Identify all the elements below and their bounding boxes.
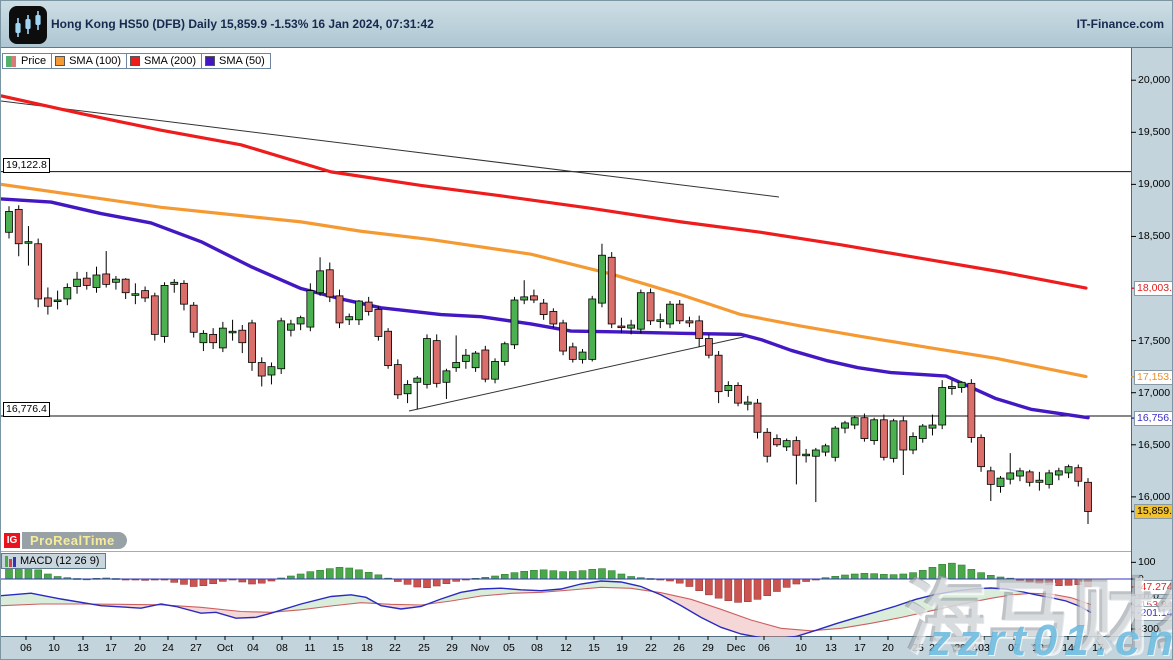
date-axis-tick: 15 (588, 642, 600, 654)
legend-chip-label: SMA (50) (219, 55, 265, 67)
macd-value-box: -47.274 (1134, 580, 1173, 595)
date-axis-tick: 13 (77, 642, 89, 654)
legend-chip-label: SMA (100) (69, 55, 121, 67)
date-axis-tick: 17 (854, 642, 866, 654)
date-axis-tick: 03 (978, 642, 990, 654)
price-axis-tick: 16,500 (1138, 439, 1170, 451)
legend-chip-label: SMA (200) (144, 55, 196, 67)
macd-axis-tick: 100 (1138, 556, 1156, 568)
date-axis-tick: 26 (673, 642, 685, 654)
price-axis-tick: 19,000 (1138, 178, 1170, 190)
macd-indicator-label: MACD (12 26 9) (20, 555, 99, 567)
date-axis-tick: 05 (503, 642, 515, 654)
prorealtime-label: ProRealTime (22, 532, 127, 549)
macd-value-box: -201.14 (1134, 606, 1173, 621)
date-axis-tick: 29 (446, 642, 458, 654)
prorealtime-badge: IG ProRealTime (4, 532, 127, 549)
macd-axis-tick: -300 (1138, 623, 1159, 635)
chart-window: Hong Kong HS50 (DFB) Daily 15,859.9 -1.5… (0, 0, 1173, 660)
date-axis-tick: 17 (1092, 642, 1104, 654)
date-axis-tick: 19 (616, 642, 628, 654)
date-axis-tick: Nov (471, 642, 490, 654)
date-axis-tick: 06 (20, 642, 32, 654)
sma-swatch-icon (205, 56, 215, 66)
price-axis-tick: 18,500 (1138, 230, 1170, 242)
date-axis-tick: 08 (276, 642, 288, 654)
date-axis-tick: 27 (190, 642, 202, 654)
date-axis-tick: 22 (389, 642, 401, 654)
date-axis-tick: 25 (912, 642, 924, 654)
sma-swatch-icon (55, 56, 65, 66)
legend-chip-label: Price (21, 55, 46, 67)
date-axis-tick: Oct (217, 642, 233, 654)
ig-logo: IG (4, 533, 20, 548)
legend-chip-sma-200[interactable]: SMA (200) (126, 53, 202, 69)
price-axis-tick: 16,000 (1138, 491, 1170, 503)
date-axis-tick: 2024 (954, 642, 977, 654)
date-axis-tick: 29 (702, 642, 714, 654)
price-level-box: 17,153.. (1134, 370, 1173, 385)
date-axis-tick: 12 (560, 642, 572, 654)
date-axis-tick: 11 (305, 642, 316, 654)
price-axis-tick: 17,500 (1138, 335, 1170, 347)
price-axis-tick: 19,500 (1138, 126, 1170, 138)
date-axis-tick: 13 (825, 642, 837, 654)
date-axis-tick: 10 (1032, 642, 1044, 654)
price-swatch-icon (6, 56, 17, 66)
date-axis-tick: 04 (247, 642, 259, 654)
price-chart-canvas[interactable] (1, 1, 1173, 660)
date-axis-tick: 10 (48, 642, 60, 654)
date-axis-tick: 27 (929, 642, 941, 654)
date-axis-tick: 07 (1008, 642, 1020, 654)
price-level-box: 18,003.. (1134, 281, 1173, 296)
legend-chip-sma-50[interactable]: SMA (50) (201, 53, 271, 69)
date-axis-tick: 18 (361, 642, 373, 654)
date-axis-tick: Dec (727, 642, 746, 654)
price-line-label: 19,122.8 (3, 158, 50, 173)
date-axis-tick: 06 (758, 642, 770, 654)
date-axis-tick: 25 (418, 642, 430, 654)
date-axis-tick: 10 (795, 642, 807, 654)
date-axis-tick: 14 (1062, 642, 1074, 654)
date-axis-tick: 08 (531, 642, 543, 654)
date-axis-tick: 20 (882, 642, 894, 654)
date-axis-tick: 22 (645, 642, 657, 654)
date-axis-tick: 24 (162, 642, 174, 654)
macd-indicator-chip[interactable]: MACD (12 26 9) (1, 553, 106, 569)
legend-chip-price[interactable]: Price (2, 53, 52, 69)
date-axis-tick: 17 (105, 642, 117, 654)
price-level-box: 15,859.. (1134, 504, 1173, 519)
date-axis-tick: 15 (332, 642, 344, 654)
price-line-label: 16,776.4 (3, 402, 50, 417)
sma-swatch-icon (130, 56, 140, 66)
price-axis-tick: 20,000 (1138, 74, 1170, 86)
price-axis-tick: 17,000 (1138, 387, 1170, 399)
legend-row: Price SMA (100) SMA (200) SMA (50) (2, 53, 270, 69)
price-level-box: 16,756.. (1134, 411, 1173, 426)
legend-chip-sma-100[interactable]: SMA (100) (51, 53, 127, 69)
macd-icon (5, 556, 16, 567)
date-axis-tick: 20 (134, 642, 146, 654)
